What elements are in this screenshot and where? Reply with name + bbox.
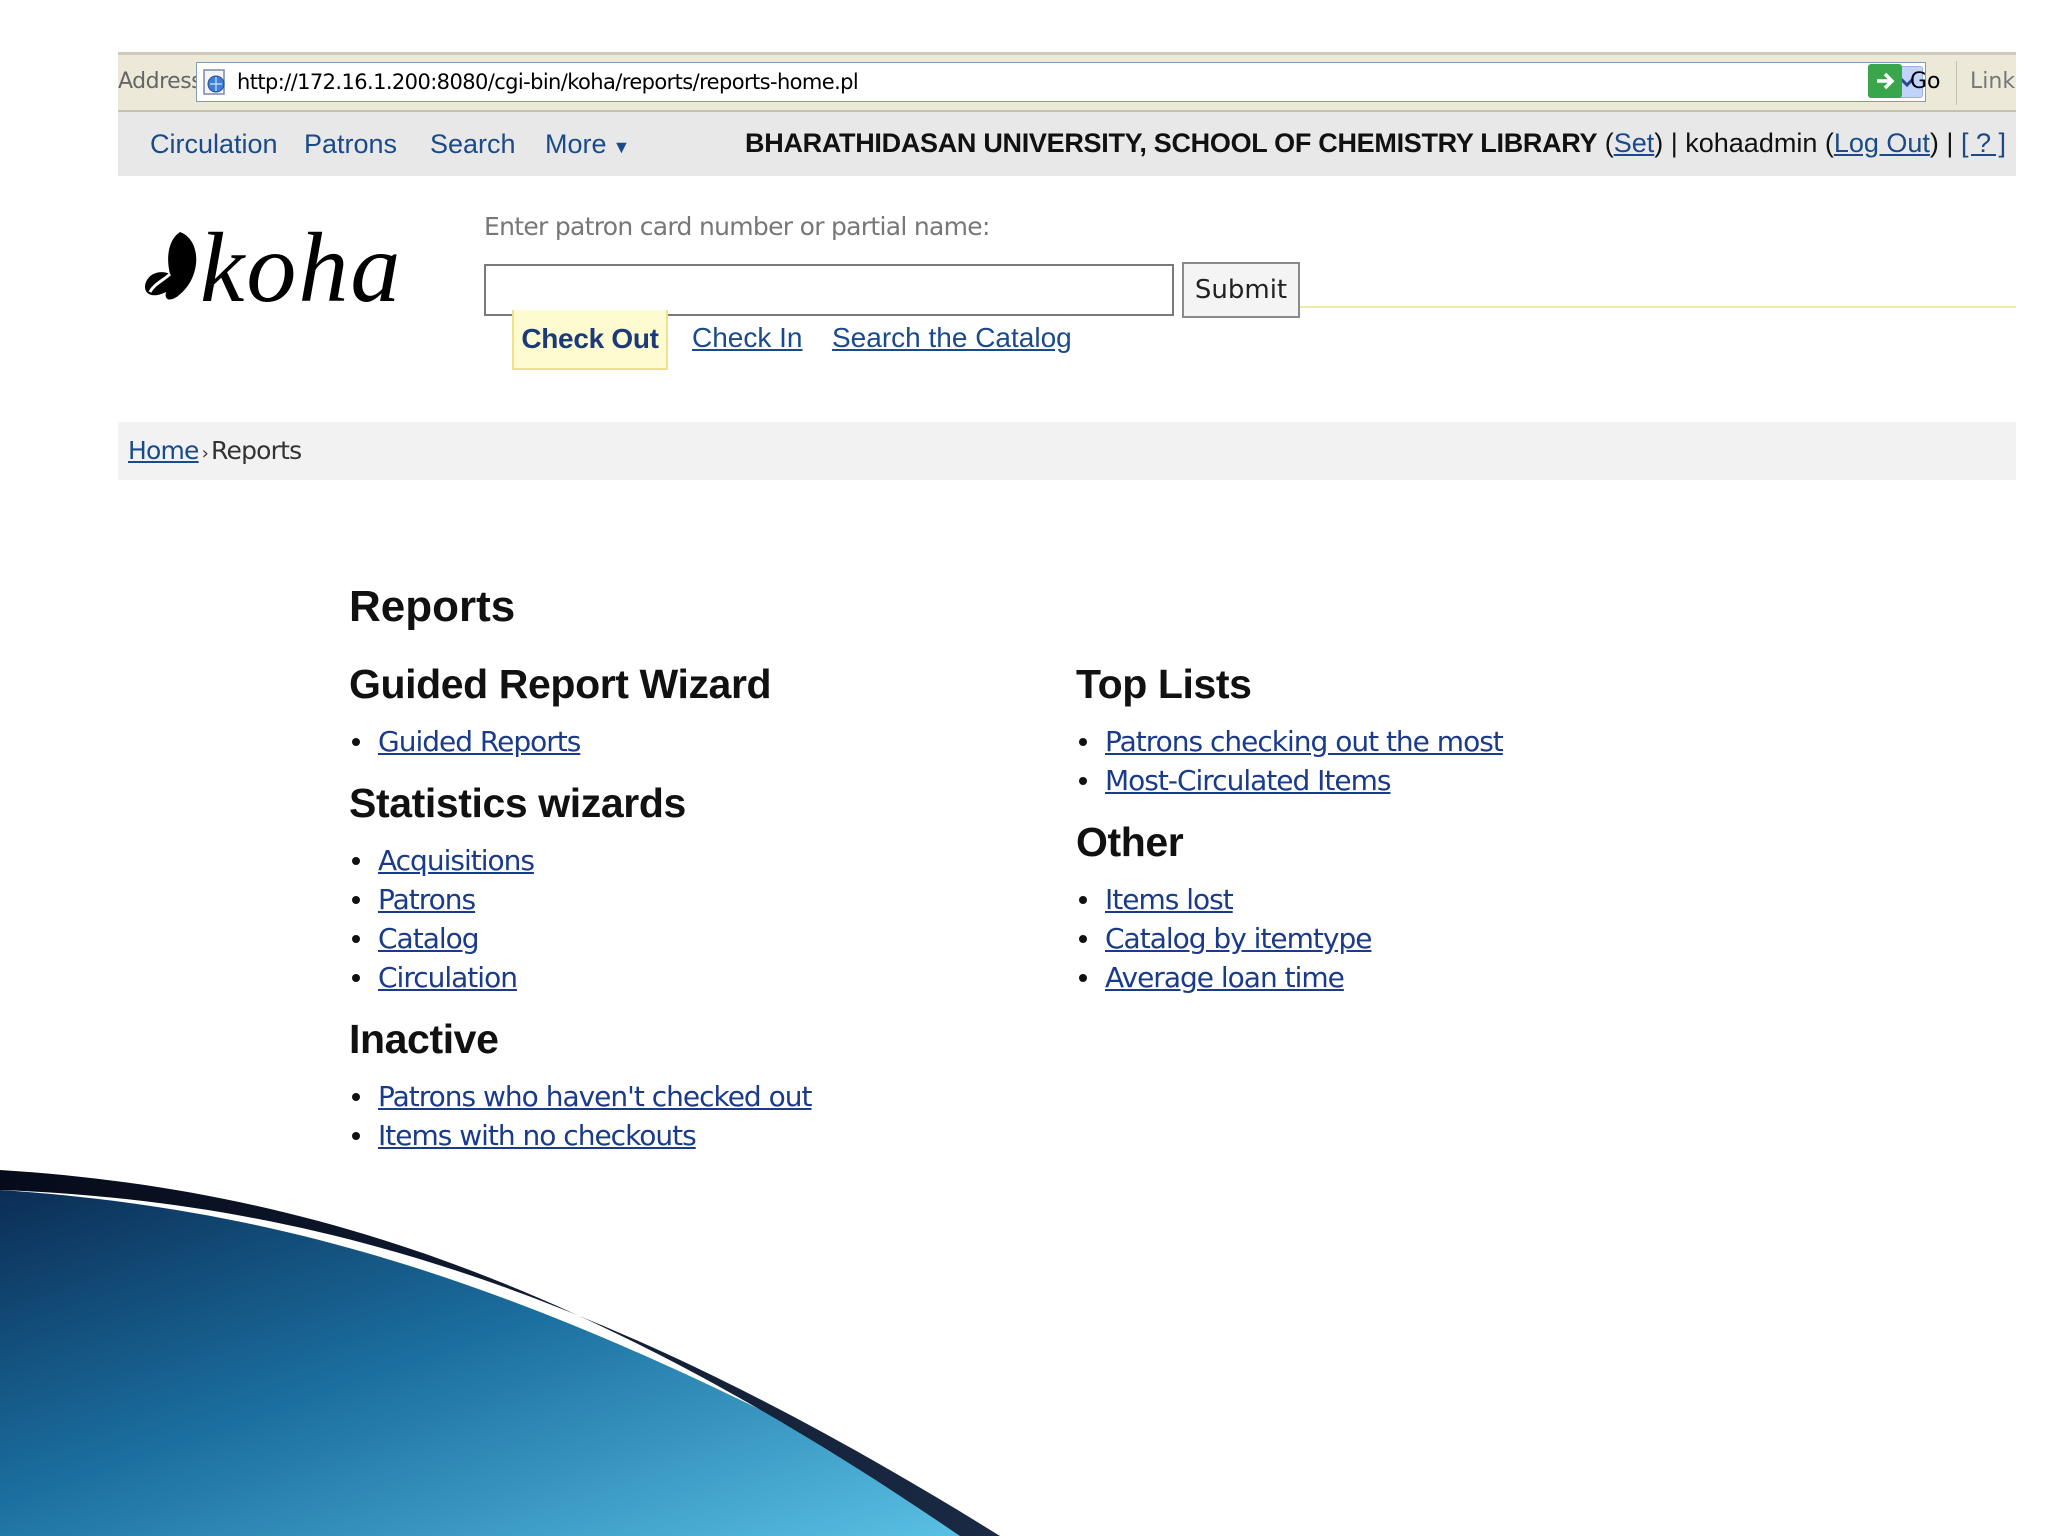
- section-heading: Guided Report Wizard: [349, 661, 772, 707]
- link-average-loan-time[interactable]: Average loan time: [1105, 961, 1345, 994]
- link-patrons-checking-out-most[interactable]: Patrons checking out the most: [1105, 725, 1504, 758]
- top-navigation: Circulation Patrons Search More ▼ BHARATH…: [118, 112, 2016, 176]
- library-info: BHARATHIDASAN UNIVERSITY, SCHOOL OF CHEM…: [745, 128, 2006, 158]
- list-item: Average loan time: [1076, 958, 1736, 997]
- list-item: Patrons checking out the most: [1076, 722, 1736, 761]
- ie-page-icon: [203, 69, 225, 95]
- patron-prompt: Enter patron card number or partial name…: [484, 212, 990, 241]
- section-top-lists: Top Lists Patrons checking out the most …: [1076, 660, 1736, 800]
- help-label: ?: [1975, 128, 1991, 158]
- section-inactive: Inactive Patrons who haven't checked out…: [349, 1015, 1009, 1152]
- page-title: Reports: [349, 582, 516, 631]
- list-item: Circulation: [349, 958, 1009, 997]
- nav-more-label: More: [545, 129, 607, 159]
- breadcrumb-home[interactable]: Home: [128, 436, 199, 465]
- address-bar: Address http://172.16.1.200:8080/cgi-bin…: [118, 52, 2016, 112]
- logo-text: koha: [200, 212, 403, 323]
- koha-logo[interactable]: koha: [140, 212, 430, 323]
- browser-screenshot: Address http://172.16.1.200:8080/cgi-bin…: [118, 52, 2016, 1152]
- go-label: Go: [1910, 68, 1941, 94]
- link-items-lost[interactable]: Items lost: [1105, 883, 1234, 916]
- section-heading: Other: [1076, 819, 1184, 865]
- list-item: Acquisitions: [349, 841, 1009, 880]
- address-label: Address: [118, 69, 203, 94]
- caret-down-icon: ▼: [612, 137, 631, 157]
- section-heading: Inactive: [349, 1016, 499, 1062]
- nav-patrons[interactable]: Patrons: [304, 129, 397, 160]
- header-divider: [1300, 306, 2016, 308]
- url-field[interactable]: http://172.16.1.200:8080/cgi-bin/koha/re…: [196, 62, 1926, 102]
- nav-search[interactable]: Search: [430, 129, 516, 160]
- section-guided-report-wizard: Guided Report Wizard Guided Reports: [349, 660, 1009, 761]
- library-name: BHARATHIDASAN UNIVERSITY, SCHOOL OF CHEM…: [745, 128, 1598, 158]
- nav-more-menu[interactable]: More ▼: [545, 129, 630, 160]
- link-catalog-by-itemtype[interactable]: Catalog by itemtype: [1105, 922, 1372, 955]
- list-item: Items lost: [1076, 880, 1736, 919]
- list-item: Catalog by itemtype: [1076, 919, 1736, 958]
- section-other: Other Items lost Catalog by itemtype Ave…: [1076, 818, 1736, 997]
- link-acquisitions[interactable]: Acquisitions: [378, 844, 535, 877]
- go-button[interactable]: Go: [1868, 61, 1941, 101]
- link-guided-reports[interactable]: Guided Reports: [378, 725, 581, 758]
- arrow-right-icon: [1868, 64, 1902, 98]
- reports-left-column: Guided Report Wizard Guided Reports Stat…: [349, 660, 1009, 1152]
- list-item: Most-Circulated Items: [1076, 761, 1736, 800]
- reports-right-column: Top Lists Patrons checking out the most …: [1076, 660, 1736, 1015]
- tab-check-in[interactable]: Check In: [692, 322, 803, 354]
- url-text: http://172.16.1.200:8080/cgi-bin/koha/re…: [237, 70, 859, 94]
- help-link[interactable]: [ ? ]: [1961, 128, 2006, 158]
- submit-button[interactable]: Submit: [1182, 262, 1300, 318]
- link-circulation[interactable]: Circulation: [378, 961, 518, 994]
- breadcrumb-current: Reports: [211, 436, 302, 465]
- logged-in-user: kohaadmin: [1685, 128, 1818, 158]
- tab-search-catalog[interactable]: Search the Catalog: [832, 322, 1072, 354]
- list-item: Guided Reports: [349, 722, 1009, 761]
- slide-swoosh-decoration: [0, 1170, 1000, 1536]
- tab-check-out[interactable]: Check Out: [512, 310, 668, 370]
- link-most-circulated-items[interactable]: Most-Circulated Items: [1105, 764, 1391, 797]
- section-heading: Top Lists: [1076, 661, 1252, 707]
- breadcrumb-separator: ›: [201, 443, 209, 464]
- set-library-link[interactable]: Set: [1614, 128, 1655, 158]
- patron-search-input[interactable]: [484, 264, 1174, 316]
- list-item: Patrons who haven't checked out: [349, 1077, 1009, 1116]
- list-item: Catalog: [349, 919, 1009, 958]
- section-heading: Statistics wizards: [349, 780, 686, 826]
- header: koha Enter patron card number or partial…: [118, 176, 2016, 376]
- link-items-no-checkouts[interactable]: Items with no checkouts: [378, 1119, 697, 1152]
- toolbar-separator: [1956, 61, 1957, 105]
- logout-link[interactable]: Log Out: [1834, 128, 1930, 158]
- koha-leaf-icon: [144, 232, 197, 300]
- link-catalog[interactable]: Catalog: [378, 922, 480, 955]
- link-patrons[interactable]: Patrons: [378, 883, 476, 916]
- section-statistics-wizards: Statistics wizards Acquisitions Patrons …: [349, 779, 1009, 997]
- links-button[interactable]: Links: [1970, 69, 2016, 94]
- list-item: Items with no checkouts: [349, 1116, 1009, 1152]
- main-content: Reports Guided Report Wizard Guided Repo…: [118, 480, 2016, 1152]
- nav-circulation[interactable]: Circulation: [150, 129, 278, 160]
- list-item: Patrons: [349, 880, 1009, 919]
- link-patrons-not-checked-out[interactable]: Patrons who haven't checked out: [378, 1080, 812, 1113]
- breadcrumb: Home › Reports: [118, 422, 2016, 480]
